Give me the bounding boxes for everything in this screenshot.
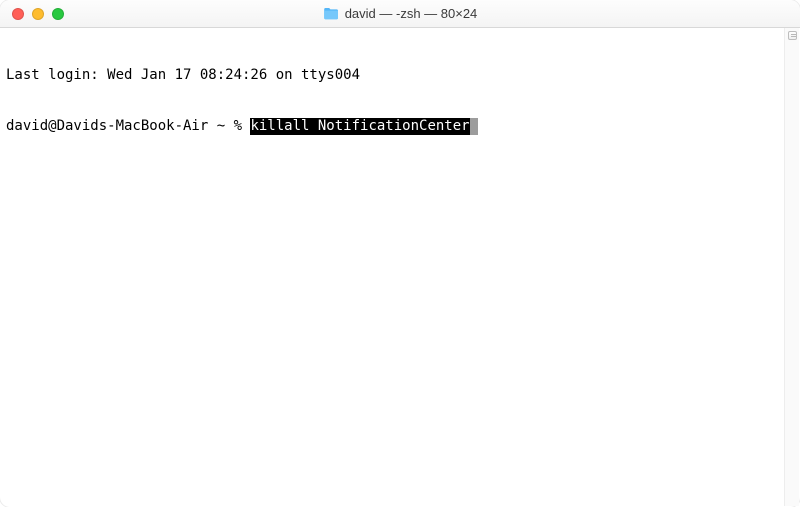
folder-icon xyxy=(323,7,339,20)
maximize-button[interactable] xyxy=(52,8,64,20)
window-title-text: david — -zsh — 80×24 xyxy=(345,6,478,21)
scrollbar-track[interactable] xyxy=(784,28,799,506)
minimize-button[interactable] xyxy=(32,8,44,20)
cursor xyxy=(470,118,478,135)
window-titlebar: david — -zsh — 80×24 xyxy=(0,0,800,28)
command-text[interactable]: killall NotificationCenter xyxy=(250,118,469,135)
prompt-line: david@Davids-MacBook-Air ~ % killall Not… xyxy=(6,118,794,135)
shell-prompt: david@Davids-MacBook-Air ~ % xyxy=(6,118,250,135)
scrollbar-thumb[interactable] xyxy=(788,31,797,40)
window-title: david — -zsh — 80×24 xyxy=(323,6,478,21)
last-login-line: Last login: Wed Jan 17 08:24:26 on ttys0… xyxy=(6,67,794,84)
traffic-lights xyxy=(12,8,64,20)
close-button[interactable] xyxy=(12,8,24,20)
terminal-viewport[interactable]: Last login: Wed Jan 17 08:24:26 on ttys0… xyxy=(0,28,800,158)
